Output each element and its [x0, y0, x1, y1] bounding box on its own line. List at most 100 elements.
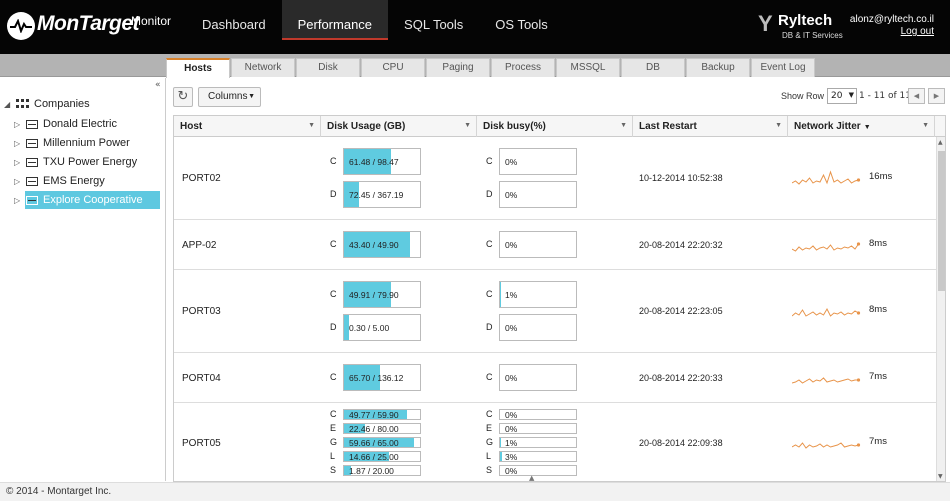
tree-root[interactable]: ◢ Companies	[4, 98, 90, 110]
server-icon	[26, 195, 38, 205]
network-jitter-value: 8ms	[869, 237, 887, 249]
user-email: alonz@ryltech.co.il	[849, 14, 934, 25]
drive-letter: C	[330, 288, 337, 299]
disk-busy-bar: 0%	[499, 364, 577, 391]
sidebar-item-explore-cooperative[interactable]: ▷ Explore Cooperative	[14, 191, 160, 209]
tab-cpu[interactable]: CPU	[361, 58, 425, 77]
last-restart: 20-08-2014 22:20:32	[639, 239, 723, 250]
sparkline-last-point	[856, 377, 861, 382]
server-icon	[26, 176, 38, 186]
expand-arrow-icon[interactable]: ▷	[14, 139, 26, 148]
refresh-button[interactable]: ↻	[173, 87, 193, 107]
server-icon	[26, 138, 38, 148]
bar-fill	[500, 282, 501, 307]
user-panel: alonz@ryltech.co.il Log out	[850, 14, 934, 38]
scroll-up-icon[interactable]: ▲	[938, 139, 943, 146]
tab-disk[interactable]: Disk	[296, 58, 360, 77]
tab-process[interactable]: Process	[491, 58, 555, 77]
tab-hosts[interactable]: Hosts	[166, 58, 230, 78]
disk-usage-bar: 1.87 / 20.00	[343, 465, 421, 476]
col-host[interactable]: Host ▼	[174, 116, 321, 137]
bar-value: 1%	[505, 437, 518, 448]
sidebar-item-donald-electric[interactable]: ▷ Donald Electric	[14, 115, 117, 133]
network-jitter-sparkline	[792, 442, 861, 449]
bar-value: 14.66 / 25.00	[349, 451, 399, 462]
chevron-down-icon[interactable]: ▼	[308, 122, 315, 129]
sidebar-item-millennium-power[interactable]: ▷ Millennium Power	[14, 134, 130, 152]
col-network-jitter-label: Network Jitter	[794, 121, 861, 132]
drive-letter: C	[486, 155, 493, 166]
table-row[interactable]: PORT05 C 49.77 / 59.90 E 22.46 / 80.00 G 59.66…	[174, 404, 936, 481]
network-jitter-value: 8ms	[869, 304, 887, 315]
last-restart: 20-08-2014 22:09:38	[639, 438, 723, 448]
drive-letter: C	[486, 371, 493, 382]
bar-value: 59.66 / 65.00	[349, 437, 399, 448]
tab-db[interactable]: DB	[621, 58, 685, 77]
table-row[interactable]: PORT04 C 65.70 / 136.12 C 0% 20-08-2014 22:20…	[174, 354, 936, 403]
col-disk-usage-label: Disk Usage (GB)	[327, 121, 406, 132]
disk-usage-bar: 61.48 / 98.47	[343, 148, 421, 175]
col-disk-usage[interactable]: Disk Usage (GB) ▼	[321, 116, 477, 137]
tab-backup[interactable]: Backup	[686, 58, 750, 77]
last-restart: 20-08-2014 22:20:33	[639, 372, 723, 383]
tab-paging[interactable]: Paging	[426, 58, 490, 77]
network-jitter-sparkline	[792, 376, 861, 384]
next-page-button[interactable]: ▶	[928, 88, 945, 104]
expand-arrow-icon[interactable]: ▷	[14, 177, 26, 186]
nav-performance[interactable]: Performance	[281, 0, 389, 40]
chevron-down-icon[interactable]: ▼	[464, 122, 471, 129]
col-network-jitter[interactable]: Network Jitter ▼ ▼	[788, 116, 935, 137]
disk-usage-bar: 49.77 / 59.90	[343, 409, 421, 420]
chevron-down-icon[interactable]: ▼	[775, 122, 782, 129]
logout-link[interactable]: Log out	[850, 26, 934, 38]
rows-per-page-select[interactable]: 20 ▼	[827, 88, 857, 104]
bar-value: 1%	[505, 289, 518, 300]
drive-letter: C	[330, 238, 337, 249]
bar-value: 0%	[505, 465, 518, 476]
sidebar-item-ems-energy[interactable]: ▷ EMS Energy	[14, 172, 105, 190]
col-last-restart[interactable]: Last Restart ▼	[633, 116, 788, 137]
ryltech-name: Ryltech	[778, 12, 833, 29]
chevron-down-icon: ▼	[248, 93, 255, 100]
scroll-thumb[interactable]	[938, 151, 945, 291]
col-disk-busy[interactable]: Disk busy(%) ▼	[477, 116, 633, 137]
tab-mssql[interactable]: MSSQL	[556, 58, 620, 77]
sidebar-item-txu-power-energy[interactable]: ▷ TXU Power Energy	[14, 153, 137, 171]
tabs: Hosts Network Disk CPU Paging Process MSSQL DB B…	[166, 58, 816, 78]
bar-value: 49.77 / 59.90	[349, 409, 399, 420]
drive-letter: D	[486, 321, 493, 332]
col-last-restart-label: Last Restart	[639, 121, 697, 132]
table-row[interactable]: PORT02 C 61.48 / 98.47 D 72.45 / 367.19 C 0% D 0…	[174, 138, 936, 220]
scroll-down-icon[interactable]: ▼	[938, 473, 943, 480]
columns-button[interactable]: Columns ▼	[198, 87, 261, 107]
refresh-icon: ↻	[177, 89, 189, 104]
tab-event-log[interactable]: Event Log	[751, 58, 815, 77]
drive-letter: C	[330, 408, 337, 419]
expand-arrow-icon[interactable]: ▷	[14, 158, 26, 167]
sparkline-path	[792, 307, 859, 317]
drive-letter: G	[486, 436, 494, 447]
disk-busy-bar: 0%	[499, 465, 577, 476]
chevron-down-icon[interactable]: ▼	[922, 122, 929, 129]
tab-network[interactable]: Network	[231, 58, 295, 77]
app-subtitle: Monitor	[131, 14, 172, 28]
disk-usage-bar: 49.91 / 79.90	[343, 281, 421, 308]
bar-value: 0%	[505, 423, 518, 434]
table-row[interactable]: APP-02 C 43.40 / 49.90 C 0% 20-08-2014 22:20:…	[174, 221, 936, 270]
expand-arrow-icon[interactable]: ◢	[4, 100, 16, 109]
pager-expand-icon[interactable]: ▲	[529, 474, 534, 481]
collapse-sidebar-icon[interactable]: «	[155, 80, 161, 90]
nav-sql-tools[interactable]: SQL Tools	[388, 0, 479, 40]
montarget-logo[interactable]: MonTarget	[7, 10, 140, 40]
table-row[interactable]: PORT03 C 49.91 / 79.90 D 0.30 / 5.00 C 1% D 0% 20…	[174, 271, 936, 353]
nav-dashboard[interactable]: Dashboard	[186, 0, 282, 40]
drive-letter: D	[330, 321, 337, 332]
nav-os-tools[interactable]: OS Tools	[479, 0, 564, 40]
grid-scrollbar[interactable]: ▲ ▼	[936, 137, 945, 481]
prev-page-button[interactable]: ◀	[908, 88, 925, 104]
expand-arrow-icon[interactable]: ▷	[14, 196, 26, 205]
tree-root-label: Companies	[34, 98, 90, 110]
expand-arrow-icon[interactable]: ▷	[14, 120, 26, 129]
host-name: PORT02	[182, 173, 221, 184]
chevron-down-icon[interactable]: ▼	[620, 122, 627, 129]
